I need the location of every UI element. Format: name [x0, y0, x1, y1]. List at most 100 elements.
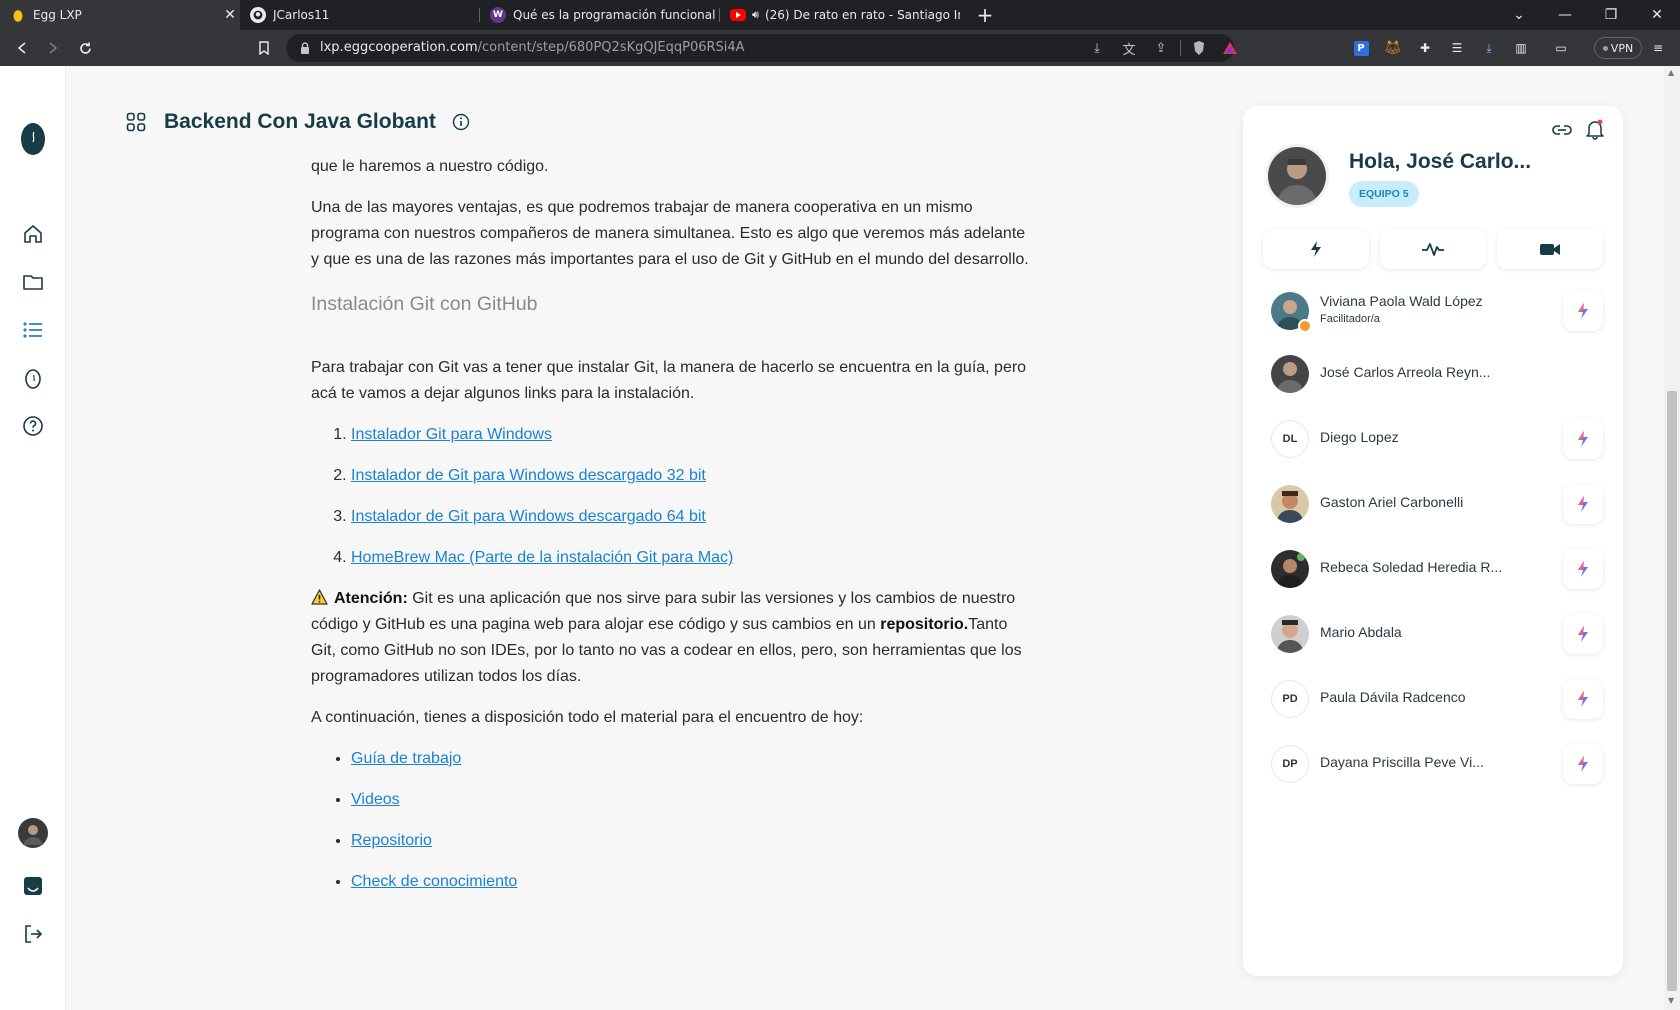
member-name: José Carlos Arreola Reyn... [1320, 364, 1491, 380]
member-initials: DL [1271, 420, 1309, 458]
link-git-windows[interactable]: Instalador Git para Windows [351, 426, 552, 443]
bookmark-icon[interactable] [252, 36, 276, 60]
tab-youtube[interactable]: 🔊︎ (26) De rato en rato - Santiago Ins [720, 0, 960, 30]
user-avatar[interactable] [17, 817, 49, 849]
lightning-icon [1578, 303, 1588, 319]
member-name: Dayana Priscilla Peve Vi... [1320, 754, 1484, 770]
egg-logo-icon[interactable] [17, 116, 49, 160]
attention-repo: repositorio. [880, 616, 969, 633]
member-role: Facilitador/a [1320, 313, 1380, 325]
translate-icon[interactable]: 文 [1120, 39, 1138, 58]
wallet-icon[interactable]: ▭ [1551, 38, 1571, 58]
close-window-button[interactable]: ✕ [1634, 0, 1680, 30]
boost-member-button[interactable] [1563, 744, 1603, 784]
scroll-down-arrow-icon[interactable]: ▼ [1668, 996, 1674, 1005]
folder-icon[interactable] [17, 266, 49, 298]
tab-boost[interactable] [1263, 229, 1369, 269]
vpn-button[interactable]: VPN [1594, 37, 1642, 59]
boost-member-button[interactable] [1563, 419, 1603, 459]
sidebar-toggle-icon[interactable]: ▥ [1511, 38, 1531, 58]
link-git-windows-32[interactable]: Instalador de Git para Windows descargad… [351, 467, 706, 484]
reload-button[interactable] [73, 36, 97, 60]
paragraph-attention: Atención: Git es una aplicación que nos … [311, 586, 1031, 690]
logout-icon[interactable] [17, 918, 49, 950]
close-tab-icon[interactable]: ✕ [220, 7, 240, 23]
tab-egg-lxp[interactable]: Egg LXP ✕ [0, 0, 240, 30]
lightning-icon [1578, 691, 1588, 707]
list-item: Instalador de Git para Windows descargad… [351, 463, 1031, 489]
downloads-icon[interactable]: ⤓ [1479, 38, 1499, 58]
lock-icon [301, 42, 309, 54]
member-row[interactable]: DL Diego Lopez [1271, 414, 1611, 464]
link-work-guide[interactable]: Guía de trabajo [351, 750, 461, 767]
boost-member-button[interactable] [1563, 679, 1603, 719]
new-tab-button[interactable]: + [972, 0, 998, 30]
boost-member-button[interactable] [1563, 549, 1603, 589]
member-row[interactable]: Gaston Ariel Carbonelli [1271, 479, 1611, 529]
brave-rewards-icon[interactable] [1221, 39, 1239, 57]
link-videos[interactable]: Videos [351, 791, 400, 808]
tab-search-chevron-icon[interactable]: ⌄ [1496, 0, 1542, 30]
grid-icon[interactable] [126, 112, 146, 132]
minimize-button[interactable]: — [1542, 0, 1588, 30]
scrollbar-thumb[interactable] [1667, 391, 1677, 991]
link-git-windows-64[interactable]: Instalador de Git para Windows descargad… [351, 508, 706, 525]
brave-shields-icon[interactable] [1190, 39, 1208, 57]
tab-github[interactable]: JCarlos11 [240, 0, 478, 30]
member-row[interactable]: José Carlos Arreola Reyn... [1271, 349, 1611, 399]
heading-installation: Instalación Git con GitHub [311, 293, 538, 315]
bell-icon[interactable] [1585, 118, 1605, 140]
github-favicon-icon [250, 7, 266, 23]
boost-member-button[interactable] [1563, 614, 1603, 654]
scroll-up-arrow-icon[interactable]: ▲ [1668, 68, 1674, 77]
address-bar[interactable]: lxp.eggcooperation.com/content/step/680P… [286, 34, 1237, 62]
maximize-button[interactable]: ❐ [1588, 0, 1634, 30]
link-knowledge-check[interactable]: Check de conocimiento [351, 873, 517, 890]
member-row[interactable]: Viviana Paola Wald López Facilitador/a [1271, 286, 1611, 336]
tab-title: (26) De rato en rato - Santiago Ins [764, 8, 960, 22]
tab-video[interactable] [1497, 229, 1603, 269]
course-header: Backend Con Java Globant [126, 110, 470, 134]
egg-outline-icon[interactable] [17, 362, 49, 394]
facilitator-badge-icon [1298, 319, 1312, 333]
list-icon[interactable] [17, 314, 49, 346]
boost-member-button[interactable] [1563, 291, 1603, 331]
member-row[interactable]: Mario Abdala [1271, 609, 1611, 659]
w-favicon-icon: W [490, 7, 506, 23]
help-icon[interactable] [17, 410, 49, 442]
forward-button[interactable] [41, 36, 65, 60]
paragraph-material: A continuación, tienes a disposición tod… [311, 709, 864, 726]
p-extension-icon[interactable]: P [1351, 38, 1371, 58]
link-repository[interactable]: Repositorio [351, 832, 432, 849]
member-row[interactable]: Rebeca Soledad Heredia R... [1271, 544, 1611, 594]
tab-article[interactable]: W Qué es la programación funcional y ca [480, 0, 718, 30]
media-playlist-icon[interactable]: ☰ [1447, 38, 1467, 58]
lightning-icon [1578, 561, 1588, 577]
page-scrollbar[interactable]: ▲ ▼ [1664, 66, 1680, 1010]
extensions-puzzle-icon[interactable]: ✚ [1415, 38, 1435, 58]
member-row[interactable]: PD Paula Dávila Radcenco [1271, 674, 1611, 724]
profile-avatar[interactable] [1265, 144, 1329, 208]
greeting-title: Hola, José Carlo... [1349, 150, 1532, 173]
share-icon[interactable]: ⇪ [1152, 39, 1170, 57]
info-icon[interactable] [452, 113, 470, 131]
lightning-icon [1578, 626, 1588, 642]
member-name: Rebeca Soledad Heredia R... [1320, 559, 1503, 575]
browser-toolbar: lxp.eggcooperation.com/content/step/680P… [0, 30, 1680, 66]
member-avatar [1271, 485, 1309, 523]
list-item: Check de conocimiento [351, 869, 1031, 895]
link-icon[interactable] [1551, 119, 1573, 141]
link-homebrew-mac[interactable]: HomeBrew Mac (Parte de la instalación Gi… [351, 549, 733, 566]
inbox-icon[interactable] [17, 870, 49, 902]
browser-tab-bar: Egg LXP ✕ JCarlos11 W Qué es la programa… [0, 0, 1680, 30]
menu-icon[interactable]: ≡ [1648, 38, 1668, 58]
member-row[interactable]: DP Dayana Priscilla Peve Vi... [1271, 739, 1611, 789]
install-app-icon[interactable]: ⤓ [1088, 39, 1106, 57]
metamask-icon[interactable]: 🦊︎ [1383, 38, 1403, 58]
audio-playing-icon[interactable]: 🔊︎ [752, 8, 759, 22]
boost-member-button[interactable] [1563, 484, 1603, 524]
back-button[interactable] [10, 36, 34, 60]
home-icon[interactable] [17, 218, 49, 250]
tab-activity[interactable] [1380, 229, 1486, 269]
lightning-icon [1578, 756, 1588, 772]
